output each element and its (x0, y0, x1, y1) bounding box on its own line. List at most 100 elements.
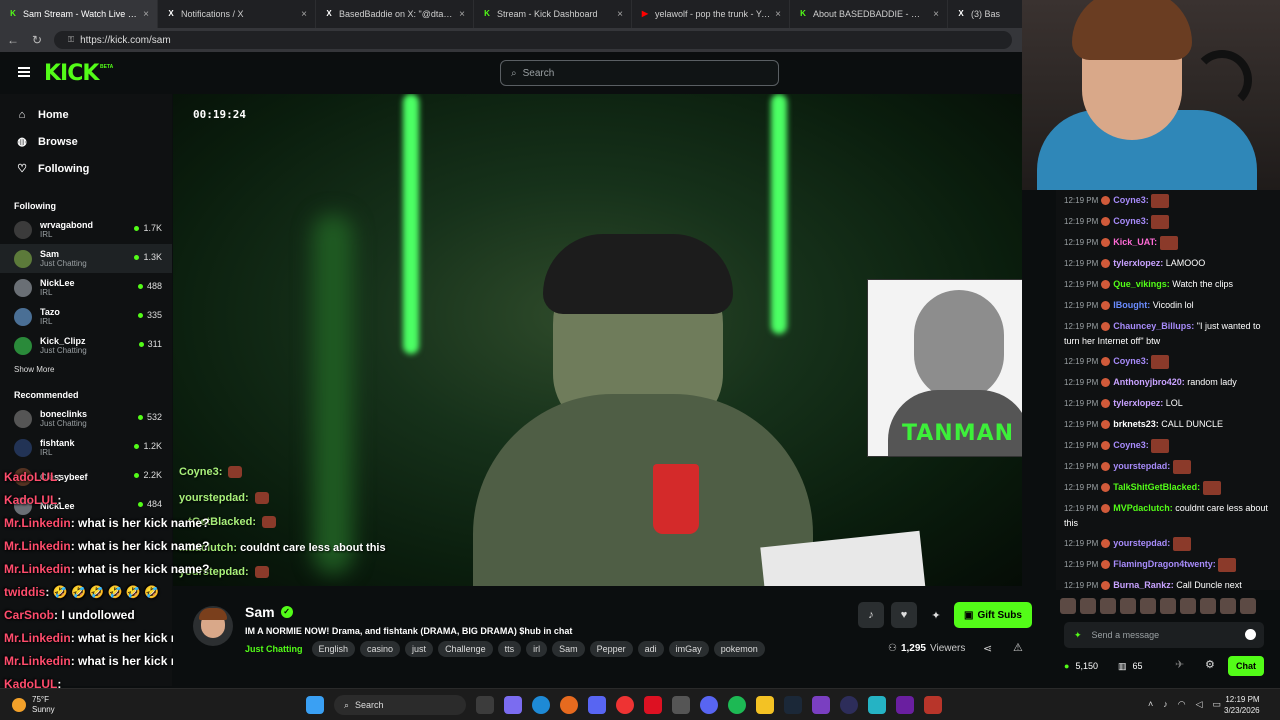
folder-icon[interactable] (756, 696, 774, 714)
edge-icon[interactable] (532, 696, 550, 714)
report-icon[interactable]: ⚠ (1013, 641, 1023, 654)
browser-tab[interactable]: X BasedBaddie on X: "@dtanmanb × (316, 0, 474, 28)
tag-chip[interactable]: irl (526, 641, 548, 657)
close-icon[interactable]: × (301, 9, 307, 20)
chat-username[interactable]: yourstepdad: (1113, 538, 1170, 548)
browser-tab[interactable]: X Notifications / X × (158, 0, 316, 28)
browser-tab[interactable]: ▶ yelawolf - pop the trunk - YouTub × (632, 0, 790, 28)
channel-item[interactable]: NickLee IRL 488 (0, 273, 172, 302)
volume-icon[interactable]: ◁ (1196, 699, 1203, 710)
chevron-up-icon[interactable]: ˄ (1148, 699, 1153, 710)
chat-username[interactable]: Que_vikings: (1113, 279, 1170, 289)
emoji-icon[interactable] (1245, 629, 1256, 640)
show-more-link[interactable]: Show More (0, 360, 172, 380)
close-icon[interactable]: × (775, 9, 781, 20)
nav-following[interactable]: ♡ Following (0, 155, 172, 182)
taskbar-search[interactable]: ⌕ Search (334, 695, 466, 715)
chat-username[interactable]: Anthonyjbro420: (1113, 377, 1185, 387)
tag-chip[interactable]: Sam (552, 641, 585, 657)
emote-icon[interactable] (1240, 598, 1256, 614)
streamer-avatar[interactable] (193, 606, 233, 646)
chat-username[interactable]: Burna_Rankz: (1113, 580, 1174, 590)
reload-icon[interactable]: ↻ (30, 33, 44, 47)
windows-start-icon[interactable] (306, 696, 324, 714)
app-icon[interactable] (868, 696, 886, 714)
menu-icon[interactable] (18, 67, 30, 77)
mic-icon[interactable]: ♪ (1163, 699, 1168, 710)
gift-subs-button[interactable]: ▣ Gift Subs (954, 602, 1032, 628)
chat-username[interactable]: FlamingDragon4twenty: (1113, 559, 1216, 569)
close-icon[interactable]: × (617, 9, 623, 20)
channel-item[interactable]: Kick_Clipz Just Chatting 311 (0, 331, 172, 360)
kick-logo[interactable]: KICK (44, 61, 99, 86)
steam-icon[interactable] (784, 696, 802, 714)
gear-icon[interactable]: ⚙ (1205, 658, 1215, 671)
app-icon[interactable] (644, 696, 662, 714)
obs-icon[interactable] (812, 696, 830, 714)
emote-icon[interactable] (1080, 598, 1096, 614)
tag-chip[interactable]: imGay (668, 641, 709, 657)
channel-item[interactable]: Tazo IRL 335 (0, 302, 172, 331)
channel-item[interactable]: boneclinks Just Chatting 532 (0, 404, 172, 433)
chat-username[interactable]: Coyne3: (1113, 356, 1149, 366)
tag-chip[interactable]: Pepper (589, 641, 633, 657)
chat-app-icon[interactable] (700, 696, 718, 714)
chat-username[interactable]: Coyne3: (1113, 440, 1149, 450)
points-value[interactable]: 5,150 (1075, 661, 1098, 671)
emote-icon[interactable] (1100, 598, 1116, 614)
url-field[interactable]: ⚿ https://kick.com/sam (54, 31, 1012, 49)
emote-icon[interactable] (1060, 598, 1076, 614)
channel-item[interactable]: wrvagabond IRL 1.7K (0, 215, 172, 244)
streamer-name[interactable]: Sam (245, 604, 275, 620)
emote-icon[interactable] (1160, 598, 1176, 614)
tag-chip[interactable]: casino (360, 641, 401, 657)
firefox-icon[interactable] (560, 696, 578, 714)
chat-username[interactable]: Coyne3: (1113, 195, 1149, 205)
chrome-icon[interactable] (616, 696, 634, 714)
chat-username[interactable]: brknets23: (1113, 419, 1159, 429)
emote-icon[interactable] (1220, 598, 1236, 614)
browser-tab[interactable]: K Stream - Kick Dashboard × (474, 0, 632, 28)
music-icon[interactable] (672, 696, 690, 714)
emote-icon[interactable] (1200, 598, 1216, 614)
wifi-icon[interactable]: ◠ (1178, 699, 1186, 710)
browser-tab[interactable]: K About BASEDBADDIE - Watch Live × (790, 0, 948, 28)
copilot-icon[interactable] (504, 696, 522, 714)
clock[interactable]: 12:19 PM 3/23/2026 (1224, 694, 1260, 716)
chat-username[interactable]: tylerxlopez: (1113, 258, 1163, 268)
close-icon[interactable]: × (933, 9, 939, 20)
heart-button[interactable]: ♥ (891, 602, 917, 628)
app-icon[interactable] (924, 696, 942, 714)
chat-send-button[interactable]: Chat (1228, 656, 1264, 676)
category-link[interactable]: Just Chatting (245, 644, 303, 654)
chat-input[interactable]: ✦ Send a message (1064, 622, 1264, 648)
chat-username[interactable]: yourstepdad: (1113, 461, 1170, 471)
nav-home[interactable]: ⌂ Home (0, 101, 172, 128)
chat-username[interactable]: tylerxlopez: (1113, 398, 1163, 408)
tag-chip[interactable]: Challenge (438, 641, 493, 657)
weather-widget[interactable]: 75°F Sunny (12, 695, 55, 715)
video-player[interactable]: 00:19:24 TANMAN Coyne3: yourstepdad: ...… (173, 94, 1022, 586)
tag-chip[interactable]: just (405, 641, 434, 657)
battery-icon[interactable]: ▭ (1213, 699, 1222, 710)
chat-username[interactable]: IBought: (1113, 300, 1150, 310)
emote-icon[interactable] (1120, 598, 1136, 614)
sparkle-icon[interactable]: ✦ (923, 602, 949, 628)
chat-username[interactable]: Kick_UAT: (1113, 237, 1157, 247)
nav-browse[interactable]: ◍ Browse (0, 128, 172, 155)
tag-chip[interactable]: tts (497, 641, 522, 657)
discord-icon[interactable] (588, 696, 606, 714)
close-icon[interactable]: × (143, 9, 149, 20)
emote-icon[interactable] (1140, 598, 1156, 614)
channel-item[interactable]: Sam Just Chatting 1.3K (0, 244, 172, 273)
app-icon[interactable] (840, 696, 858, 714)
gift-icon[interactable]: ✈ (1175, 658, 1184, 671)
channel-item[interactable]: fishtank IRL 1.2K (0, 433, 172, 462)
chat-username[interactable]: TalkShitGetBlacked: (1113, 482, 1200, 492)
chat-username[interactable]: MVPdaclutch: (1113, 503, 1173, 513)
share-icon[interactable]: ⋖ (983, 642, 992, 655)
tag-chip[interactable]: adi (637, 641, 664, 657)
browser-tab[interactable]: K Sam Stream - Watch Live on Kick × (0, 0, 158, 28)
close-icon[interactable]: × (459, 9, 465, 20)
store-count[interactable]: 65 (1132, 661, 1142, 671)
